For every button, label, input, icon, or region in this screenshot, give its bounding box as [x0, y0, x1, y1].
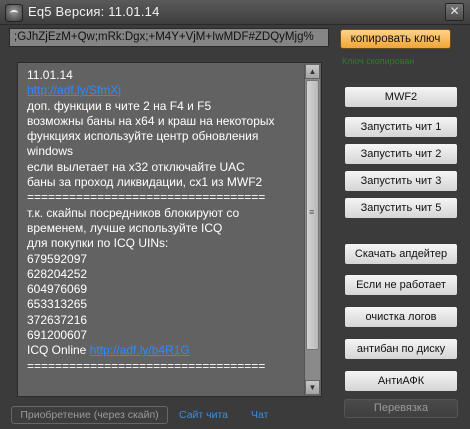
news-line-text: 372637216 [27, 312, 88, 327]
news-line-text: 653313265 [27, 297, 88, 312]
news-line-text: 604976069 [27, 282, 88, 297]
cheat-site-link[interactable]: Сайт чита [179, 409, 228, 421]
news-line: ================================== [27, 359, 307, 374]
news-line: 628204252 [27, 267, 307, 282]
disk-antiban-button[interactable]: антибан по диску [344, 338, 458, 360]
scroll-thumb[interactable] [306, 80, 319, 350]
news-line-text: 679592097 [27, 251, 88, 266]
news-line: для покупки по ICQ UINs: [27, 236, 307, 251]
news-line-text: баны за проход ликвидации, сх1 из MWF2 [27, 175, 263, 190]
run-cheat-1-button[interactable]: Запустить чит 1 [344, 116, 458, 138]
chat-link[interactable]: Чат [251, 409, 268, 421]
news-line: 604976069 [27, 282, 307, 297]
if-not-working-button[interactable]: Если не работает [344, 274, 458, 296]
news-line-text: ICQ Online [27, 343, 90, 358]
news-line: 691200607 [27, 328, 307, 343]
news-line: доп. функции в чите 2 на F4 и F5 [27, 99, 307, 114]
close-button[interactable]: ✕ [445, 3, 464, 21]
news-line-text: 11.01.14 [27, 68, 73, 82]
news-line: 372637216 [27, 313, 307, 328]
news-line-text: возможны баны на x64 и краш на некоторых [27, 113, 275, 128]
news-line-text: функциях используйте центр обновления [27, 129, 259, 144]
news-line: 653313265 [27, 297, 307, 312]
news-line: ICQ Online http://adf.ly/b4R1G [27, 343, 307, 358]
news-line-text: 691200607 [27, 328, 88, 343]
news-line: временем, лучше используйте ICQ [27, 221, 307, 236]
clear-logs-button[interactable]: очистка логов [344, 306, 458, 328]
news-line-text: если вылетает на x32 отключайте UAC [27, 159, 245, 174]
title-bar: Eq5 Версия: 11.01.14 ✕ [0, 0, 470, 25]
run-cheat-3-button[interactable]: Запустить чит 3 [344, 170, 458, 192]
news-line: возможны баны на x64 и краш на некоторых [27, 114, 307, 129]
news-line: http://adf.ly/SfmXj [27, 83, 307, 98]
rebind-button[interactable]: Перевязка [344, 399, 458, 418]
news-line: баны за проход ликвидации, сх1 из MWF2 [27, 175, 307, 190]
anti-afk-button[interactable]: АнтиАФК [344, 370, 458, 392]
copy-status-text: Ключ скопирован [342, 56, 415, 66]
news-scrollbar[interactable]: ▲ ▼ [304, 64, 320, 395]
news-line-text: 628204252 [27, 266, 88, 281]
scroll-up-arrow-icon[interactable]: ▲ [305, 64, 320, 79]
run-cheat-5-button[interactable]: Запустить чит 5 [344, 197, 458, 219]
news-link[interactable]: http://adf.ly/SfmXj [27, 83, 121, 97]
news-line-text: временем, лучше используйте ICQ [27, 220, 223, 235]
close-icon: ✕ [449, 4, 460, 18]
news-line: т.к. скайпы посредников блокируют со [27, 206, 307, 221]
mwf2-button[interactable]: MWF2 [344, 86, 458, 108]
news-line-text: для покупки по ICQ UINs: [27, 236, 169, 251]
news-line-text: ================================== [27, 358, 266, 373]
news-line-text: т.к. скайпы посредников блокируют со [27, 205, 240, 220]
news-line-text: windows [27, 144, 74, 159]
scroll-down-arrow-icon[interactable]: ▼ [305, 380, 320, 395]
download-updater-button[interactable]: Скачать апдейтер [344, 243, 458, 265]
window-title: Eq5 Версия: 11.01.14 [28, 4, 160, 19]
license-key-field[interactable]: ;GJhZjEzM+Qw;mRk:Dgx;+M4Y+VjM+IwMDF#ZDQy… [9, 28, 329, 47]
copy-key-button[interactable]: копировать ключ [340, 29, 451, 49]
app-logo-icon [5, 4, 23, 22]
news-line: 11.01.14 [27, 68, 307, 83]
news-text: 11.01.14 http://adf.ly/SfmXj доп. функции … [27, 68, 307, 374]
news-line: 679592097 [27, 252, 307, 267]
news-line: ================================== [27, 190, 307, 205]
news-line: если вылетает на x32 отключайте UAC [27, 160, 307, 175]
news-line: windows [27, 144, 307, 159]
run-cheat-2-button[interactable]: Запустить чит 2 [344, 143, 458, 165]
purchase-button[interactable]: Приобретение (через скайп) [11, 406, 168, 424]
news-link[interactable]: http://adf.ly/b4R1G [90, 343, 190, 357]
news-panel[interactable]: 11.01.14 http://adf.ly/SfmXj доп. функции … [17, 62, 322, 397]
news-line-text: ================================== [27, 190, 266, 205]
news-line: функциях используйте центр обновления [27, 129, 307, 144]
news-line-text: доп. функции в чите 2 на F4 и F5 [27, 98, 212, 113]
